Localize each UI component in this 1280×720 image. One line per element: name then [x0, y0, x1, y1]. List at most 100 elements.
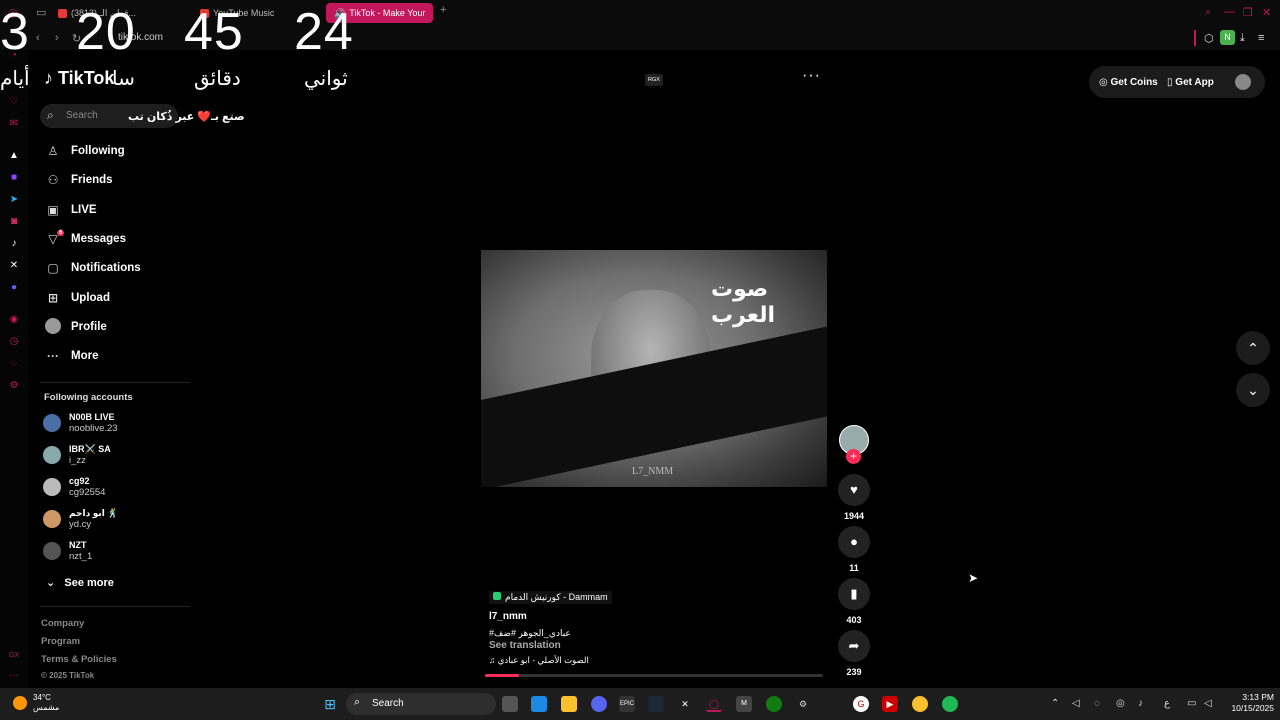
tray-expand-icon[interactable]: ⌃ — [1051, 698, 1059, 709]
volume-tray-icon[interactable]: ◁ — [1072, 698, 1080, 709]
account-item[interactable]: cg92 cg92554 — [43, 474, 105, 500]
app-settings-icon[interactable]: ⚙ — [795, 696, 811, 712]
account-item[interactable]: NZT nzt_1 — [43, 538, 92, 564]
language-indicator[interactable]: ع — [1164, 698, 1170, 709]
video-progress-bar[interactable] — [485, 674, 823, 677]
youtube-taskbar-icon[interactable]: ▶ — [882, 696, 898, 712]
like-button[interactable]: ♥ — [838, 474, 870, 506]
previous-video-button[interactable]: ⌃ — [1236, 331, 1270, 365]
instagram-icon[interactable]: ◙ — [8, 216, 20, 228]
telegram-icon[interactable]: ➤ — [8, 194, 20, 206]
settings-icon[interactable]: ⚙ — [8, 380, 20, 392]
share-button[interactable]: ➦ — [838, 630, 870, 662]
video-player[interactable]: صوت العرب L7_NMM — [481, 250, 827, 487]
opera-gx-icon[interactable]: ◯ — [706, 696, 722, 712]
get-app-button[interactable]: ▯ Get App — [1167, 77, 1214, 88]
gx-icon[interactable]: GX — [8, 650, 20, 662]
file-explorer-icon[interactable] — [561, 696, 577, 712]
back-icon[interactable]: ‹ — [36, 32, 40, 44]
nav-following[interactable]: ♙ Following — [44, 141, 125, 161]
browser-sidebar: ◔ ♡ ✉ ▲ ■ ➤ ◙ ♪ ✕ ● ◉ ◷ ◌ ⚙ GX ··· — [0, 50, 28, 688]
account-item[interactable]: N00B LIVE nooblive.23 — [43, 410, 118, 436]
tiktok-side-icon[interactable]: ♪ — [8, 238, 20, 250]
microphone-icon[interactable]: ♪ — [1138, 698, 1143, 709]
nav-friends[interactable]: ⚇ Friends — [44, 170, 113, 190]
location-tag[interactable]: كورنيش الدمام - Dammam — [489, 591, 612, 604]
bookmark-icon[interactable]: ♡ — [8, 96, 20, 108]
steam-icon[interactable] — [648, 696, 664, 712]
windows-start-icon[interactable]: ⊞ — [322, 696, 338, 712]
google-icon[interactable]: G — [853, 696, 869, 712]
tiktok-logo[interactable]: ♪ TikTok — [44, 68, 114, 89]
epic-games-icon[interactable]: EPIC — [619, 696, 635, 712]
bookmark-icon: ▮ — [850, 586, 858, 601]
countdown-label-days: أيام — [0, 68, 30, 90]
store-icon[interactable] — [531, 696, 547, 712]
spotify-icon[interactable] — [942, 696, 958, 712]
download-icon[interactable]: ⤓ — [1240, 32, 1245, 45]
profile-n-icon[interactable]: N — [1220, 30, 1235, 45]
app-icon[interactable]: M — [736, 696, 752, 712]
location-pin-icon — [493, 592, 501, 600]
nav-messages[interactable]: ▽ 6 Messages — [44, 229, 126, 249]
capcut-icon[interactable]: ✕ — [677, 696, 693, 712]
nav-notifications[interactable]: ▢ Notifications — [44, 258, 140, 278]
player-icon[interactable]: ◉ — [8, 314, 20, 326]
video-username[interactable]: l7_nmm — [489, 611, 527, 622]
speaker-tray-icon[interactable]: ◁ — [1204, 698, 1212, 709]
see-translation-link[interactable]: See translation — [489, 640, 561, 651]
snapchat-icon[interactable] — [912, 696, 928, 712]
video-caption: #عبادي_الجوهر #ضف — [489, 628, 571, 638]
nav-live[interactable]: ▣ LIVE — [44, 200, 96, 220]
close-icon[interactable]: ✕ — [1262, 6, 1271, 19]
chat-icon[interactable]: ◌ — [8, 358, 20, 370]
minimize-icon[interactable]: — — [1224, 6, 1235, 18]
network-icon[interactable]: ▭ — [1187, 698, 1196, 709]
maximize-icon[interactable]: ❐ — [1243, 6, 1253, 19]
footer-terms-link[interactable]: Terms & Policies — [41, 654, 117, 665]
nav-profile[interactable]: Profile — [44, 317, 107, 337]
tray-icon[interactable]: ◎ — [1116, 698, 1125, 709]
xbox-icon[interactable] — [766, 696, 782, 712]
nav-more[interactable]: ··· More — [44, 346, 98, 366]
see-more-button[interactable]: ⌄ See more — [46, 576, 114, 589]
friends-icon: ⚇ — [47, 173, 59, 187]
comment-count: 11 — [849, 563, 859, 573]
footer-company-link[interactable]: Company — [41, 618, 84, 629]
tab-list-icon[interactable]: ▭ — [36, 6, 46, 19]
save-button[interactable]: ▮ — [838, 578, 870, 610]
mail-icon[interactable]: ✉ — [8, 118, 20, 130]
account-item[interactable]: IBR⚔️ SA i_zz — [43, 442, 111, 468]
chevron-down-icon: ⌄ — [46, 577, 56, 589]
tray-icon[interactable]: ◌ — [1094, 698, 1100, 709]
x-icon[interactable]: ✕ — [8, 260, 20, 272]
twitch-icon[interactable]: ■ — [8, 172, 20, 184]
music-info[interactable]: ♫ الصوت الأصلي - ابو عبادي — [489, 655, 589, 666]
sidebar-more-icon[interactable]: ··· — [8, 670, 20, 682]
get-coins-button[interactable]: ◎ Get Coins — [1099, 77, 1158, 88]
account-item[interactable]: ابو داحم 🕺 yd.cy — [43, 506, 119, 532]
system-clock[interactable]: 3:13 PM 10/15/2025 — [1222, 692, 1274, 714]
footer-program-link[interactable]: Program — [41, 636, 80, 647]
history-icon[interactable]: ◷ — [8, 336, 20, 348]
search-tabs-icon[interactable]: ⌕ — [1205, 6, 1211, 19]
next-video-button[interactable]: ⌄ — [1236, 373, 1270, 407]
follow-plus-icon[interactable]: + — [846, 449, 861, 464]
task-view-icon[interactable] — [502, 696, 518, 712]
music-note-icon: ♫ — [489, 655, 496, 665]
extensions-icon[interactable]: ⬡ — [1204, 32, 1214, 45]
comment-button[interactable]: ● — [838, 526, 870, 558]
discord-icon[interactable]: ● — [8, 282, 20, 294]
discord-taskbar-icon[interactable] — [591, 696, 607, 712]
weather-widget[interactable]: 34°C مشمس — [33, 693, 59, 713]
new-tab-button[interactable]: + — [440, 4, 446, 16]
aria-icon[interactable]: ▲ — [8, 150, 20, 162]
divider — [1194, 30, 1196, 46]
weather-sun-icon[interactable] — [13, 696, 27, 710]
more-options-button[interactable]: ··· — [802, 67, 821, 85]
forward-icon[interactable]: › — [55, 32, 59, 44]
taskbar-search[interactable]: ⌕ Search — [346, 693, 496, 715]
menu-icon[interactable]: ≡ — [1258, 32, 1264, 44]
nav-upload[interactable]: ⊞ Upload — [44, 288, 110, 308]
user-avatar[interactable] — [1235, 74, 1251, 90]
